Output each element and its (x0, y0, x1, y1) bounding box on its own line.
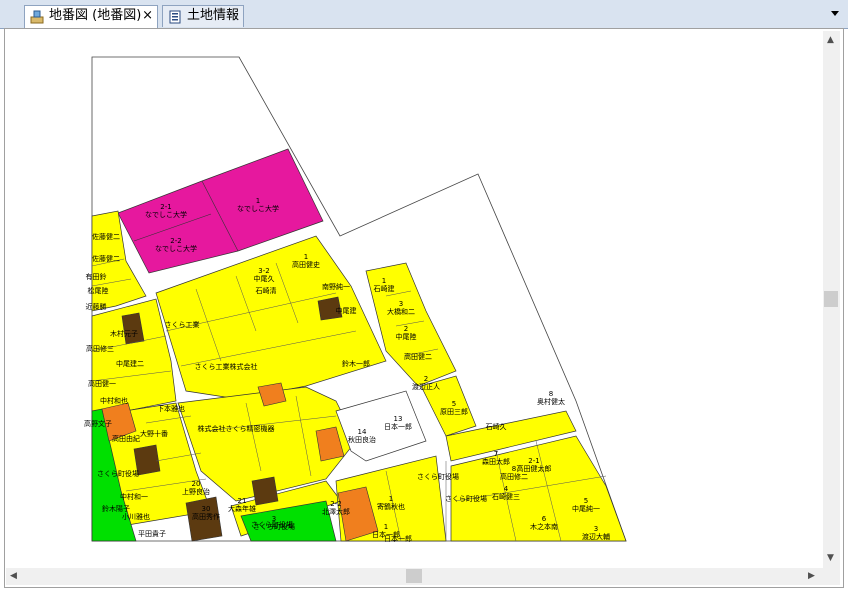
chevron-left-icon[interactable]: ◀ (10, 571, 17, 581)
parcel-label-west8: 高田健一 (88, 379, 116, 388)
parcel-label-west10: 高野文子 (84, 419, 112, 428)
vertical-scrollbar[interactable]: ▲ ▼ (823, 31, 840, 568)
chevron-up-icon[interactable]: ▲ (827, 35, 834, 45)
parcel-label-west9: 中村和也 (100, 396, 128, 405)
tab-bar: 地番図 (地番図) × 土地情報 (0, 0, 848, 29)
parcel-label-takada_kenji2: 高田健二 (404, 352, 432, 361)
parcel-label-west6: 高田修三 (86, 344, 114, 353)
scroll-corner (823, 568, 840, 585)
parcel-label-west12: 鈴木陽子 (102, 504, 130, 513)
parcel-label-minami: 南野純一 (322, 282, 350, 291)
parcel-label-sakura_hall2: さくら町役場 (445, 494, 487, 503)
parcel-label-shitamoto: 下本雅也 (157, 404, 185, 413)
parcel-label-west11: 中村和一 (120, 492, 148, 501)
parcel-label-sakura_factory: 株式会社さくら精密機器 (198, 424, 275, 433)
parcel-label-sakura_co: さくら工業株式会社 (195, 362, 258, 371)
parcel-label-nakao2: 中尾建 (336, 306, 357, 315)
parcel-label-west2: 有田鈴 (86, 272, 107, 281)
parcel-label-kita: 佐藤健二 (92, 232, 120, 241)
parcel-brown-5[interactable] (251, 476, 279, 506)
vertical-scroll-thumb[interactable] (824, 291, 838, 307)
parcel-label-west14: 小川雅也 (122, 512, 150, 521)
parcel-label-west7: 中尾建二 (116, 359, 144, 368)
parcel-label-west4: 近藤勝 (86, 302, 107, 311)
horizontal-scroll-thumb[interactable] (406, 569, 422, 583)
parcel-label-suzuki: 鈴木一郎 (342, 359, 370, 368)
parcel-label-west3: 松尾陸 (88, 286, 109, 295)
parcel-label-sakura_shoji: さくら工業 (165, 320, 200, 329)
tab-chibanzu[interactable]: 地番図 (地番図) × (24, 5, 158, 29)
tab-tochi-joho-label: 土地情報 (187, 8, 240, 23)
horizontal-scrollbar[interactable]: ◀ ▶ (6, 568, 823, 585)
map-layer-icon (30, 10, 44, 24)
parcel-label-takada_yuki: 高田由紀 (112, 434, 140, 443)
tab-tochi-joho[interactable]: 土地情報 (162, 5, 244, 27)
parcel-label-west1: 佐藤健二 (92, 254, 120, 263)
chevron-right-icon[interactable]: ▶ (808, 571, 815, 581)
close-icon[interactable]: × (142, 6, 153, 26)
parcel-label-west13: さくら町役場 (97, 469, 139, 478)
tab-chibanzu-label: 地番図 (地番図) (49, 8, 142, 23)
chevron-down-icon[interactable]: ▼ (827, 553, 834, 563)
info-sheet-icon (169, 10, 181, 24)
parcel-map[interactable]: 2-1 なでしこ大学1 なでしこ大学2-2 なでしこ大学1 高田健史南野純一石崎清3-2… (6, 31, 823, 568)
parcel-label-ohno: 大野十番 (140, 429, 168, 438)
parcel-label-ishikawa: 石崎久 (486, 422, 507, 431)
parcel-label-sakura_hall: さくら町役場 (417, 472, 459, 481)
chevron-down-icon[interactable] (830, 8, 840, 18)
parcel-label-west5: 木村元子 (110, 329, 138, 338)
parcel-label-ishikiyo: 石崎清 (256, 286, 277, 295)
parcel-label-west15: 平田貴子 (138, 529, 166, 538)
